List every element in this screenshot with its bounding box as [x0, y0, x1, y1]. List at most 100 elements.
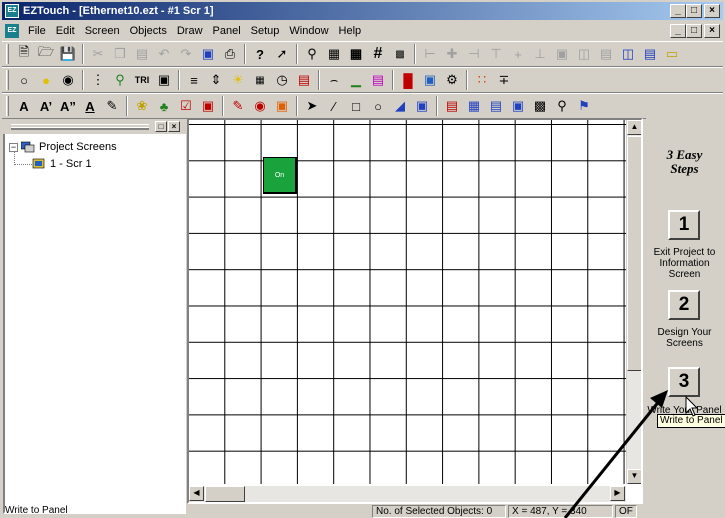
graph-icon[interactable]: ▤ — [367, 69, 389, 91]
on-pushbutton-object[interactable]: On — [263, 157, 297, 194]
meter-icon[interactable]: ⌢ — [323, 69, 345, 91]
picture-icon[interactable]: ▣ — [419, 69, 441, 91]
context-help-icon[interactable]: ➚ — [271, 43, 293, 65]
align-middle-icon[interactable]: + — [507, 43, 529, 65]
scroll-right-icon[interactable]: ▶ — [610, 486, 625, 501]
scheduler-icon[interactable]: ✎ — [227, 95, 249, 117]
pointer-icon[interactable]: ➤ — [301, 95, 323, 117]
gauge-icon[interactable]: ◉ — [249, 95, 271, 117]
menu-screen[interactable]: Screen — [80, 25, 125, 37]
grid-icon[interactable]: ▦ — [323, 43, 345, 65]
save-icon[interactable]: 💾 — [57, 43, 79, 65]
rectangle-icon[interactable]: □ — [345, 95, 367, 117]
select-icon[interactable]: ⚑ — [573, 95, 595, 117]
chart-icon[interactable]: ▁ — [345, 69, 367, 91]
align-center-icon[interactable]: ✚ — [441, 43, 463, 65]
size-grip-icon[interactable] — [639, 505, 709, 518]
minimize-button[interactable]: _ — [670, 4, 686, 18]
paste-icon[interactable]: ▤ — [131, 43, 153, 65]
zoom-icon[interactable]: ⚲ — [301, 43, 323, 65]
doc-close-button[interactable]: × — [704, 24, 720, 38]
cascade-icon[interactable]: ▤ — [639, 43, 661, 65]
display-icon[interactable]: ▣ — [153, 69, 175, 91]
menu-help[interactable]: Help — [334, 25, 367, 37]
step-2-button[interactable]: 2 — [668, 290, 700, 320]
align-right-icon[interactable]: ⊣ — [463, 43, 485, 65]
popup-icon[interactable]: ▤ — [441, 95, 463, 117]
lasso-icon[interactable]: ⚲ — [551, 95, 573, 117]
menu-edit[interactable]: Edit — [51, 25, 80, 37]
lamp-icon[interactable]: ○ — [13, 69, 35, 91]
scroll-up-icon[interactable]: ▲ — [627, 120, 641, 135]
tri-icon[interactable]: TRI — [131, 69, 153, 91]
recipe-icon[interactable]: ⚙ — [441, 69, 463, 91]
slider-icon[interactable]: ∓ — [493, 69, 515, 91]
menu-setup[interactable]: Setup — [246, 25, 285, 37]
indicator-icon[interactable]: ● — [35, 69, 57, 91]
tree-node-screen-1[interactable]: 1 - Scr 1 — [32, 158, 92, 170]
doc-minimize-button[interactable]: _ — [670, 24, 686, 38]
clock-icon[interactable]: ◷ — [271, 69, 293, 91]
pane-close-button[interactable]: × — [168, 121, 180, 132]
title-bar[interactable]: EZ EZTouch - [Ethernet10.ezt - #1 Scr 1]… — [2, 2, 723, 20]
fill-icon[interactable]: ◢ — [389, 95, 411, 117]
info-icon[interactable]: ▦ — [463, 95, 485, 117]
message-icon[interactable]: ▤ — [293, 69, 315, 91]
goto-icon[interactable]: ❀ — [131, 95, 153, 117]
scroll-down-icon[interactable]: ▼ — [627, 469, 641, 484]
vertical-scroll-thumb[interactable] — [627, 136, 641, 371]
app-icon[interactable]: EZ — [5, 4, 19, 18]
ellipse-icon[interactable]: ○ — [367, 95, 389, 117]
multistate-icon[interactable]: ◉ — [57, 69, 79, 91]
cut-icon[interactable]: ✂ — [87, 43, 109, 65]
toolbar-grip[interactable] — [6, 96, 9, 116]
menu-draw[interactable]: Draw — [172, 25, 208, 37]
bargraph-icon[interactable]: ≡ — [183, 69, 205, 91]
snap-icon[interactable]: ▩ — [389, 43, 411, 65]
step-1-button[interactable]: 1 — [668, 210, 700, 240]
numeric-icon[interactable]: ▦ — [249, 69, 271, 91]
doc-restore-button[interactable]: □ — [686, 24, 702, 38]
vertical-scrollbar[interactable]: ▲ ▼ — [626, 120, 641, 484]
align-top-icon[interactable]: ⊤ — [485, 43, 507, 65]
checkbox-icon[interactable]: ☑ — [175, 95, 197, 117]
align-bottom-icon[interactable]: ⊥ — [529, 43, 551, 65]
preview-icon[interactable]: ▣ — [197, 43, 219, 65]
same-width-icon[interactable]: ◫ — [573, 43, 595, 65]
new-icon[interactable]: 🗎 — [13, 43, 35, 65]
grid-bold-icon[interactable]: ▦ — [345, 43, 367, 65]
help-icon[interactable]: ? — [249, 43, 271, 65]
project-pane-header[interactable]: □ × — [3, 120, 186, 134]
bitmap-icon[interactable]: ✎ — [101, 95, 123, 117]
step-3-button[interactable]: 3 — [668, 367, 700, 397]
pie-icon[interactable]: ▩ — [529, 95, 551, 117]
maximize-button[interactable]: □ — [686, 4, 702, 18]
menu-file[interactable]: File — [23, 25, 51, 37]
open-icon[interactable]: 🗁 — [35, 43, 57, 65]
large-text-icon[interactable]: A’ — [35, 95, 57, 117]
menu-window[interactable]: Window — [284, 25, 333, 37]
stacked-icon[interactable]: █ — [397, 69, 419, 91]
same-height-icon[interactable]: ▤ — [595, 43, 617, 65]
light-icon[interactable]: ☀ — [227, 69, 249, 91]
design-grid[interactable] — [189, 120, 626, 484]
pushbutton-icon[interactable]: ∷ — [471, 69, 493, 91]
horizontal-scrollbar[interactable]: ◀ ▶ — [189, 486, 626, 502]
toggle-icon[interactable]: ♣ — [153, 95, 175, 117]
close-button[interactable]: × — [704, 4, 720, 18]
toolbar-grip[interactable] — [6, 70, 9, 90]
pane-restore-button[interactable]: □ — [155, 121, 167, 132]
toolbar-grip[interactable] — [6, 44, 9, 64]
tile-icon[interactable]: ◫ — [617, 43, 639, 65]
copy-icon[interactable]: ❐ — [109, 43, 131, 65]
frame-icon[interactable]: ▣ — [411, 95, 433, 117]
list-icon[interactable]: ▤ — [485, 95, 507, 117]
grid-hash-icon[interactable]: # — [367, 43, 389, 65]
alarm-icon[interactable]: ▣ — [197, 95, 219, 117]
print-icon[interactable]: ⎙ — [219, 43, 241, 65]
line-icon[interactable]: ∕ — [323, 95, 345, 117]
thumbwheel-icon[interactable]: ⇕ — [205, 69, 227, 91]
dial-icon[interactable]: ⚲ — [109, 69, 131, 91]
option-icon[interactable]: ▣ — [507, 95, 529, 117]
document-icon[interactable]: EZ — [5, 23, 19, 38]
